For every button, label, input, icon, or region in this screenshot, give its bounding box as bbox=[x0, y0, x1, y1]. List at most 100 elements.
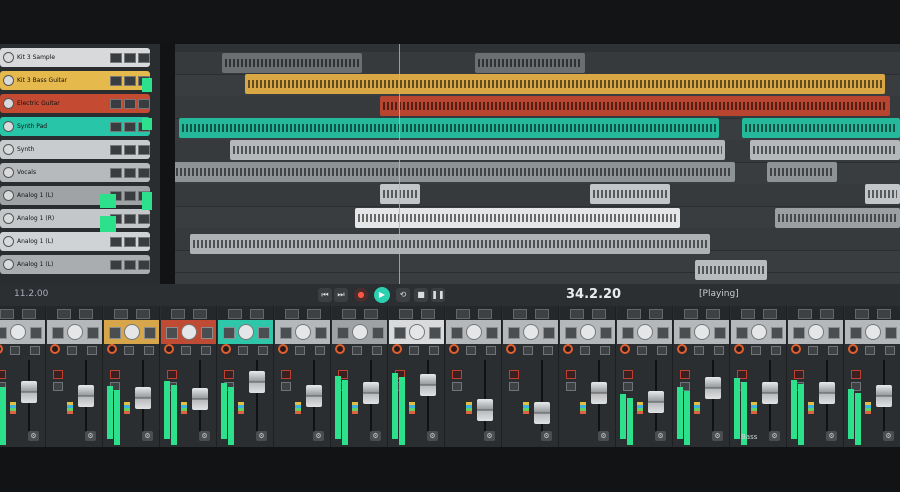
solo-button[interactable] bbox=[828, 327, 840, 339]
solo-icon[interactable] bbox=[566, 382, 576, 391]
media-item[interactable] bbox=[230, 140, 725, 160]
volume-fader[interactable] bbox=[648, 390, 664, 413]
volume-knob-icon[interactable] bbox=[3, 75, 14, 86]
volume-fader[interactable] bbox=[876, 385, 892, 408]
mixer-strip[interactable]: ⚙ bbox=[47, 306, 103, 447]
gear-icon[interactable]: ⚙ bbox=[427, 431, 438, 441]
pan-knob[interactable] bbox=[295, 324, 311, 340]
route-icon[interactable] bbox=[513, 309, 527, 319]
fx-icon[interactable] bbox=[79, 309, 93, 319]
record-arm-button[interactable] bbox=[506, 344, 516, 354]
phase-icon[interactable] bbox=[144, 346, 154, 355]
media-item[interactable] bbox=[865, 184, 900, 204]
route-icon[interactable] bbox=[342, 309, 356, 319]
fx-icon[interactable] bbox=[877, 309, 891, 319]
mute-icon[interactable] bbox=[509, 370, 519, 379]
solo-button[interactable] bbox=[657, 327, 669, 339]
strip-header[interactable] bbox=[731, 320, 786, 344]
record-button[interactable]: ● bbox=[354, 288, 368, 302]
monitor-icon[interactable] bbox=[67, 346, 77, 355]
gear-icon[interactable]: ⚙ bbox=[712, 431, 723, 441]
monitor-icon[interactable] bbox=[181, 346, 191, 355]
record-arm-button[interactable] bbox=[449, 344, 459, 354]
media-item[interactable] bbox=[750, 140, 900, 160]
monitor-icon[interactable] bbox=[295, 346, 305, 355]
solo-button[interactable] bbox=[124, 259, 136, 270]
solo-button[interactable] bbox=[144, 327, 156, 339]
skip-end-button[interactable]: ⏭ bbox=[334, 288, 348, 302]
volume-knob-icon[interactable] bbox=[3, 190, 14, 201]
solo-button[interactable] bbox=[372, 327, 384, 339]
solo-button[interactable] bbox=[315, 327, 327, 339]
phase-icon[interactable] bbox=[372, 346, 382, 355]
fx-icon[interactable] bbox=[193, 309, 207, 319]
strip-header[interactable] bbox=[47, 320, 102, 344]
solo-button[interactable] bbox=[124, 167, 136, 178]
solo-button[interactable] bbox=[30, 327, 42, 339]
media-item[interactable] bbox=[380, 96, 890, 116]
gear-icon[interactable]: ⚙ bbox=[484, 431, 495, 441]
solo-button[interactable] bbox=[124, 213, 136, 224]
mixer-strip[interactable]: ⚙ bbox=[446, 306, 502, 447]
mute-icon[interactable] bbox=[0, 370, 6, 379]
fx-icon[interactable] bbox=[307, 309, 321, 319]
volume-fader[interactable] bbox=[78, 385, 94, 408]
play-button[interactable]: ▶ bbox=[374, 287, 390, 303]
mixer-strip[interactable]: ⚙ bbox=[389, 306, 445, 447]
strip-header[interactable] bbox=[560, 320, 615, 344]
pan-knob[interactable] bbox=[808, 324, 824, 340]
track-header[interactable]: Analog 1 (L) bbox=[0, 232, 150, 251]
fx-icon[interactable] bbox=[22, 309, 36, 319]
phase-icon[interactable] bbox=[30, 346, 40, 355]
record-arm-button[interactable] bbox=[221, 344, 231, 354]
record-arm-button[interactable] bbox=[335, 344, 345, 354]
track-header[interactable]: Analog 1 (L) bbox=[0, 186, 150, 205]
lane[interactable] bbox=[175, 184, 900, 207]
media-item[interactable] bbox=[775, 208, 900, 228]
route-icon[interactable] bbox=[798, 309, 812, 319]
track-header[interactable]: Analog 1 (R) bbox=[0, 209, 150, 228]
gear-icon[interactable]: ⚙ bbox=[256, 431, 267, 441]
solo-button[interactable] bbox=[258, 327, 270, 339]
strip-header[interactable] bbox=[161, 320, 216, 344]
gear-icon[interactable]: ⚙ bbox=[769, 431, 780, 441]
pan-knob[interactable] bbox=[10, 324, 26, 340]
strip-header[interactable] bbox=[845, 320, 900, 344]
fx-icon[interactable] bbox=[649, 309, 663, 319]
mute-button[interactable] bbox=[166, 327, 178, 339]
mute-icon[interactable] bbox=[53, 370, 63, 379]
record-arm-button[interactable] bbox=[563, 344, 573, 354]
volume-knob-icon[interactable] bbox=[3, 259, 14, 270]
mute-icon[interactable] bbox=[566, 370, 576, 379]
gear-icon[interactable]: ⚙ bbox=[199, 431, 210, 441]
fx-icon[interactable] bbox=[706, 309, 720, 319]
fx-icon[interactable] bbox=[820, 309, 834, 319]
mute-icon[interactable] bbox=[110, 370, 120, 379]
pause-button[interactable]: ❚❚ bbox=[431, 288, 445, 302]
record-arm-button[interactable] bbox=[392, 344, 402, 354]
pan-knob[interactable] bbox=[124, 324, 140, 340]
solo-icon[interactable] bbox=[281, 382, 291, 391]
solo-button[interactable] bbox=[124, 144, 136, 155]
fx-icon[interactable] bbox=[592, 309, 606, 319]
solo-icon[interactable] bbox=[509, 382, 519, 391]
track-header[interactable]: Analog 1 (L) bbox=[0, 255, 150, 274]
pan-knob[interactable] bbox=[694, 324, 710, 340]
monitor-icon[interactable] bbox=[751, 346, 761, 355]
volume-fader[interactable] bbox=[306, 385, 322, 408]
mute-button[interactable] bbox=[223, 327, 235, 339]
monitor-icon[interactable] bbox=[466, 346, 476, 355]
gear-icon[interactable]: ⚙ bbox=[142, 431, 153, 441]
pan-knob[interactable] bbox=[580, 324, 596, 340]
monitor-icon[interactable] bbox=[10, 346, 20, 355]
route-icon[interactable] bbox=[285, 309, 299, 319]
record-arm-button[interactable] bbox=[278, 344, 288, 354]
gear-icon[interactable]: ⚙ bbox=[655, 431, 666, 441]
fx-icon[interactable] bbox=[421, 309, 435, 319]
record-arm-button[interactable] bbox=[677, 344, 687, 354]
volume-fader[interactable] bbox=[21, 381, 37, 404]
mute-icon[interactable] bbox=[281, 370, 291, 379]
phase-icon[interactable] bbox=[429, 346, 439, 355]
volume-fader[interactable] bbox=[819, 382, 835, 405]
volume-knob-icon[interactable] bbox=[3, 236, 14, 247]
